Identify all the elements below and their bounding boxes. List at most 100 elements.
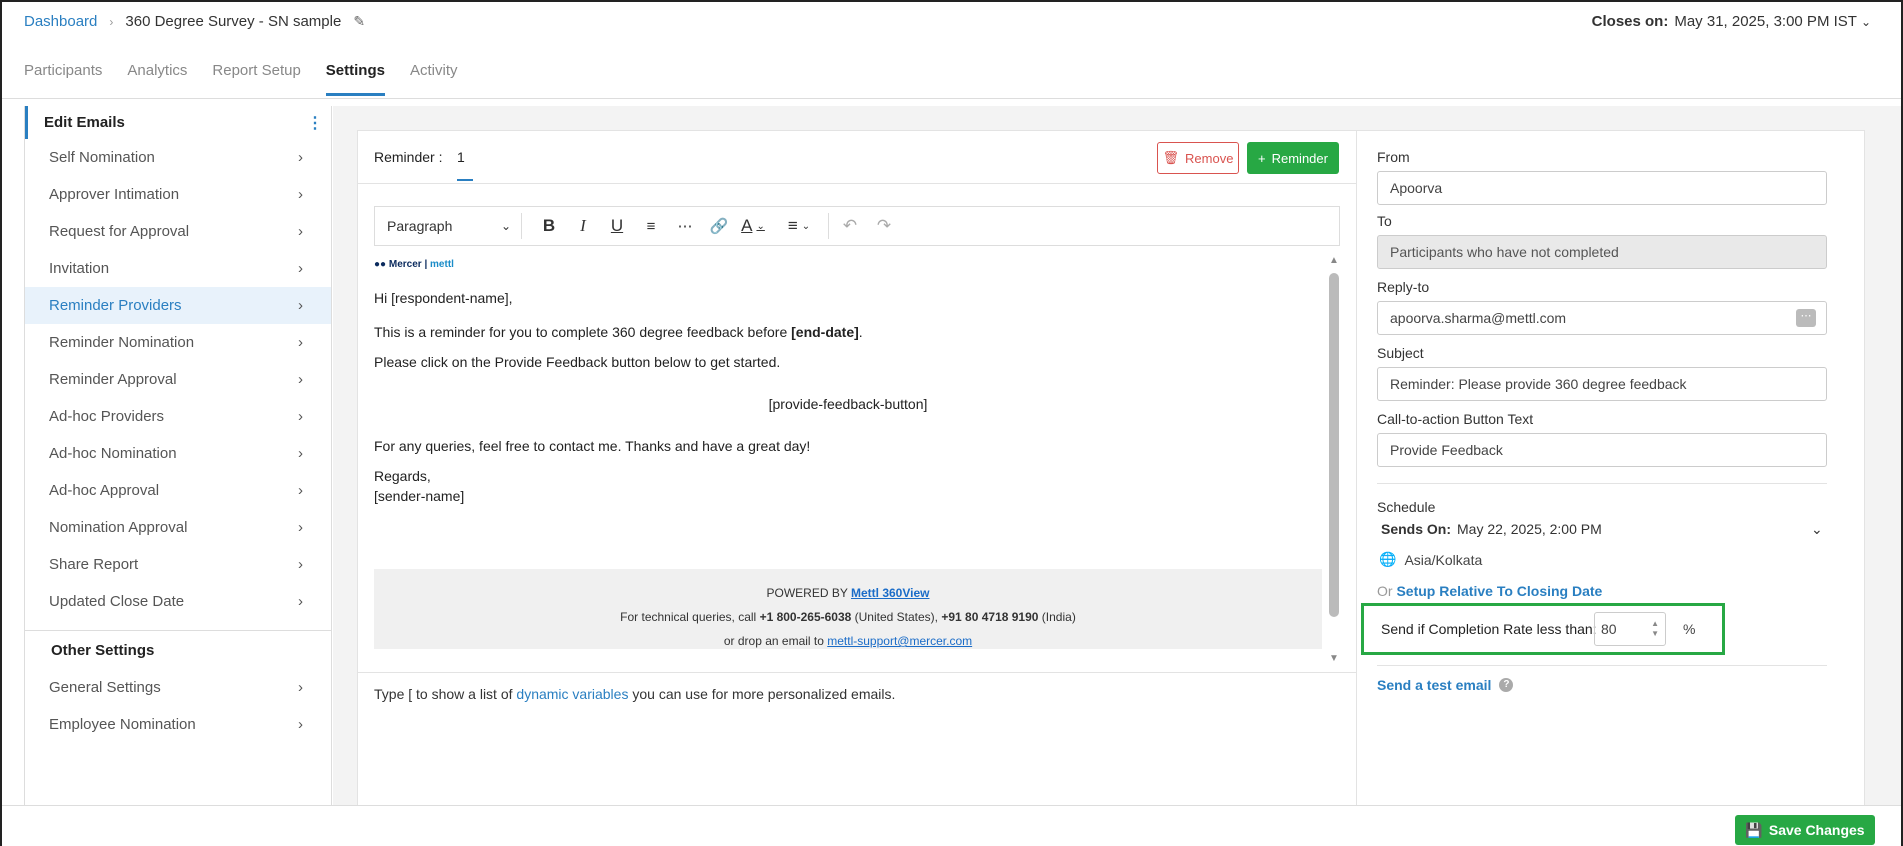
closes-on-dropdown[interactable]: Closes on: May 31, 2025, 3:00 PM IST ⌄ [1592, 13, 1871, 30]
editor-header: Reminder : 1 🗑 Remove + Reminder [358, 131, 1356, 184]
from-field[interactable]: Apoorva [1377, 171, 1827, 205]
italic-icon[interactable]: I [566, 212, 600, 240]
chevron-right-icon: › [298, 593, 303, 610]
help-icon[interactable]: ? [1499, 678, 1514, 692]
sends-on-row[interactable]: Sends On: May 22, 2025, 2:00 PM [1381, 521, 1602, 537]
cta-field[interactable]: Provide Feedback [1377, 433, 1827, 467]
link-icon[interactable]: 🔗 [702, 212, 736, 240]
align-icon[interactable]: ≡ ⌄ [782, 212, 816, 240]
sidebar-item-request-for-approval[interactable]: Request for Approval › [25, 213, 331, 250]
sidebar-item-label: Ad-hoc Providers [49, 408, 165, 425]
tab-settings[interactable]: Settings [325, 62, 385, 96]
sidebar-item-label: Self Nomination [49, 149, 155, 166]
sidebar-item-invitation[interactable]: Invitation › [25, 250, 331, 287]
email-line-2: Please click on the Provide Feedback but… [374, 354, 781, 370]
sidebar-item-label: Ad-hoc Approval [49, 482, 160, 499]
completion-rate-value: 80 [1601, 621, 1617, 637]
underline-icon[interactable]: U [600, 212, 634, 240]
email-editor-card: Reminder : 1 🗑 Remove + Reminder Paragraph… [357, 130, 1357, 812]
edit-pencil-icon[interactable]: ✎ [353, 13, 365, 30]
chevron-right-icon: › [298, 186, 303, 203]
sidebar-item-general-settings[interactable]: General Settings › [25, 669, 331, 706]
breadcrumb-dashboard-link[interactable]: Dashboard [24, 13, 97, 30]
sidebar-item-adhoc-providers[interactable]: Ad-hoc Providers › [25, 398, 331, 435]
subject-field[interactable]: Reminder: Please provide 360 degree feed… [1377, 367, 1827, 401]
chevron-right-icon: › [298, 482, 303, 499]
to-field: Participants who have not completed [1377, 235, 1827, 269]
hint-suffix: you can use for more personalized emails… [628, 686, 896, 702]
sidebar-item-employee-nomination[interactable]: Employee Nomination › [25, 706, 331, 743]
tab-analytics[interactable]: Analytics [127, 62, 187, 96]
chevron-right-icon: › [298, 297, 303, 314]
spinner-icon[interactable]: ▲ ▼ [1651, 619, 1659, 639]
dynamic-variables-link[interactable]: dynamic variables [516, 686, 628, 702]
timezone-value: Asia/Kolkata [1404, 551, 1483, 568]
sidebar-item-nomination-approval[interactable]: Nomination Approval › [25, 509, 331, 546]
editor-scrollbar[interactable]: ▲ ▼ [1327, 255, 1341, 671]
email-line-1-text: This is a reminder for you to complete 3… [374, 324, 792, 340]
toolbar-divider [828, 213, 829, 239]
ellipsis-icon[interactable]: ⋯ [1796, 309, 1816, 327]
redo-icon[interactable]: ↷ [867, 212, 901, 240]
sidebar-item-reminder-approval[interactable]: Reminder Approval › [25, 361, 331, 398]
email-line-1: This is a reminder for you to complete 3… [374, 322, 1322, 342]
subject-label: Subject [1377, 345, 1424, 361]
closes-on-value: May 31, 2025, 3:00 PM IST [1674, 13, 1857, 30]
scroll-thumb[interactable] [1329, 273, 1339, 617]
footer-powered-by: POWERED BY Mettl 360View [374, 581, 1322, 605]
text-color-icon[interactable]: A ⌄ [736, 212, 770, 240]
sidebar-item-self-nomination[interactable]: Self Nomination › [25, 139, 331, 176]
remove-button[interactable]: 🗑 Remove [1157, 142, 1239, 174]
completion-rate-input[interactable]: 80 ▲ ▼ [1594, 612, 1666, 646]
add-reminder-button[interactable]: + Reminder [1247, 142, 1339, 174]
sidebar-item-approver-intimation[interactable]: Approver Intimation › [25, 176, 331, 213]
save-changes-button[interactable]: 💾 Save Changes [1735, 815, 1875, 845]
dynamic-variables-hint: Type [ to show a list of dynamic variabl… [358, 672, 1356, 710]
chevron-right-icon: › [298, 223, 303, 240]
sidebar-item-adhoc-nomination[interactable]: Ad-hoc Nomination › [25, 435, 331, 472]
chevron-right-icon: › [298, 679, 303, 696]
footer-in-label: (India) [1038, 610, 1076, 624]
tab-activity[interactable]: Activity [410, 62, 458, 96]
chevron-down-icon[interactable]: ⌄ [1811, 521, 1823, 538]
scroll-up-icon[interactable]: ▲ [1327, 255, 1341, 269]
paragraph-style-dropdown[interactable]: Paragraph ⌄ [387, 213, 522, 239]
tab-participants[interactable]: Participants [24, 62, 102, 96]
footer-email-line: or drop an email to mettl-support@mercer… [374, 629, 1322, 653]
sidebar-item-adhoc-approval[interactable]: Ad-hoc Approval › [25, 472, 331, 509]
sidebar-item-updated-close-date[interactable]: Updated Close Date › [25, 583, 331, 620]
main-panel: Reminder : 1 🗑 Remove + Reminder Paragraph… [333, 106, 1901, 812]
reply-to-field[interactable]: apoorva.sharma@mettl.com ⋯ [1377, 301, 1827, 335]
send-test-email-link[interactable]: Send a test email? [1377, 677, 1514, 693]
sends-on-label: Sends On: [1381, 521, 1452, 537]
email-sender: [sender-name] [374, 488, 465, 504]
footer-brand-link[interactable]: Mettl 360View [851, 586, 929, 600]
email-regards: Regards, [374, 468, 431, 484]
chevron-right-icon: › [298, 371, 303, 388]
setup-relative-link[interactable]: Setup Relative To Closing Date [1396, 583, 1602, 599]
tab-report-setup[interactable]: Report Setup [212, 62, 300, 96]
sidebar-item-label: Nomination Approval [49, 519, 188, 536]
chevron-right-icon: › [298, 716, 303, 733]
undo-icon[interactable]: ↶ [833, 212, 867, 240]
bold-icon[interactable]: B [532, 212, 566, 240]
sidebar-item-reminder-nomination[interactable]: Reminder Nomination › [25, 324, 331, 361]
numbered-list-icon[interactable]: ≡ [634, 212, 668, 240]
feedback-button-placeholder: [provide-feedback-button] [768, 396, 928, 412]
cta-label: Call-to-action Button Text [1377, 411, 1534, 427]
footer-phone-line: For technical queries, call +1 800-265-6… [374, 605, 1322, 629]
reminder-tab-1[interactable]: 1 [457, 149, 473, 181]
scroll-down-icon[interactable]: ▼ [1327, 653, 1341, 667]
more-options-icon[interactable]: ⋮ [307, 113, 323, 133]
bottom-bar: 💾 Save Changes [2, 805, 1901, 846]
reply-to-value: apoorva.sharma@mettl.com [1390, 310, 1567, 326]
editor-toolbar: Paragraph ⌄ B I U ≡ ⋯ 🔗 A ⌄ ≡ ⌄ ↶ ↷ [374, 206, 1340, 246]
sidebar-item-label: Approver Intimation [49, 186, 180, 203]
sidebar-item-reminder-providers[interactable]: Reminder Providers › [25, 287, 331, 324]
footer-email-link[interactable]: mettl-support@mercer.com [827, 634, 972, 648]
bullet-list-icon[interactable]: ⋯ [668, 212, 702, 240]
chevron-right-icon: › [298, 556, 303, 573]
sidebar-item-label: Share Report [49, 556, 139, 573]
tab-bar: Participants Analytics Report Setup Sett… [24, 62, 483, 96]
sidebar-item-share-report[interactable]: Share Report › [25, 546, 331, 583]
